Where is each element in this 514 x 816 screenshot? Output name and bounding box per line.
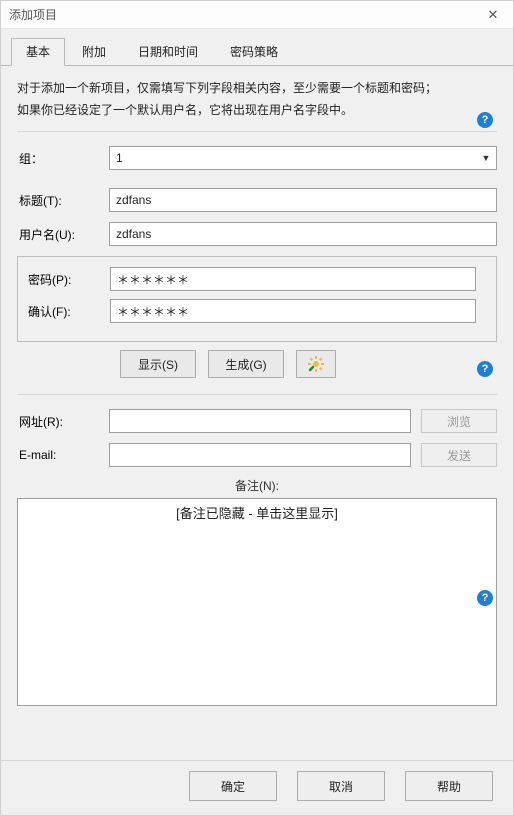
help-icon[interactable]: ? (477, 590, 493, 606)
help-button[interactable]: 帮助 (405, 771, 493, 801)
username-input[interactable] (109, 222, 497, 246)
intro-line1: 对于添加一个新项目，仅需填写下列字段相关内容，至少需要一个标题和密码； (17, 78, 497, 100)
label-username: 用户名(U): (17, 226, 109, 243)
tab-datetime[interactable]: 日期和时间 (123, 38, 213, 66)
confirm-input[interactable] (110, 299, 476, 323)
label-password: 密码(P): (18, 271, 110, 288)
tab-bar: 基本 附加 日期和时间 密码策略 (1, 29, 513, 66)
gear-icon (308, 356, 324, 372)
window-title: 添加项目 (9, 6, 57, 23)
password-buttons: 显示(S) 生成(G) (17, 350, 497, 378)
tab-attach[interactable]: 附加 (67, 38, 121, 66)
send-button[interactable]: 发送 (421, 443, 497, 467)
label-title: 标题(T): (17, 192, 109, 209)
password-group: 密码(P): 确认(F): (17, 256, 497, 342)
separator (17, 394, 497, 395)
row-password: 密码(P): (18, 267, 486, 291)
label-notes: 备注(N): (17, 477, 497, 494)
close-icon: ✕ (488, 7, 499, 23)
row-email: E-mail: 发送 (17, 443, 497, 467)
group-select[interactable] (109, 146, 497, 170)
cancel-button[interactable]: 取消 (297, 771, 385, 801)
policy-gear-button[interactable] (296, 350, 336, 378)
generate-button[interactable]: 生成(G) (208, 350, 284, 378)
tab-content-basic: 对于添加一个新项目，仅需填写下列字段相关内容，至少需要一个标题和密码； 如果你已… (1, 66, 513, 760)
url-input[interactable] (109, 409, 411, 433)
row-username: 用户名(U): (17, 222, 497, 246)
intro-line2: 如果你已经设定了一个默认用户名，它将出现在用户名字段中。 (17, 100, 497, 122)
intro-text: 对于添加一个新项目，仅需填写下列字段相关内容，至少需要一个标题和密码； 如果你已… (17, 78, 497, 121)
separator (17, 131, 497, 132)
group-select-wrap: ▼ (109, 146, 497, 170)
row-title: 标题(T): (17, 188, 497, 212)
label-url: 网址(R): (17, 413, 109, 430)
label-email: E-mail: (17, 448, 109, 462)
dialog-footer: 确定 取消 帮助 (1, 760, 513, 815)
close-button[interactable]: ✕ (481, 5, 505, 25)
tab-basic[interactable]: 基本 (11, 38, 65, 66)
dialog-window: 添加项目 ✕ 基本 附加 日期和时间 密码策略 对于添加一个新项目，仅需填写下列… (0, 0, 514, 816)
label-group: 组： (17, 150, 109, 167)
row-url: 网址(R): 浏览 (17, 409, 497, 433)
browse-button[interactable]: 浏览 (421, 409, 497, 433)
notes-area[interactable]: [备注已隐藏 - 单击这里显示] (17, 498, 497, 706)
label-confirm: 确认(F): (18, 303, 110, 320)
tab-policy[interactable]: 密码策略 (215, 38, 293, 66)
row-confirm: 确认(F): (18, 299, 486, 323)
title-input[interactable] (109, 188, 497, 212)
password-input[interactable] (110, 267, 476, 291)
ok-button[interactable]: 确定 (189, 771, 277, 801)
email-input[interactable] (109, 443, 411, 467)
show-button[interactable]: 显示(S) (120, 350, 196, 378)
help-icon[interactable]: ? (477, 361, 493, 377)
row-group: 组： ▼ (17, 146, 497, 170)
help-icon[interactable]: ? (477, 112, 493, 128)
titlebar: 添加项目 ✕ (1, 1, 513, 29)
